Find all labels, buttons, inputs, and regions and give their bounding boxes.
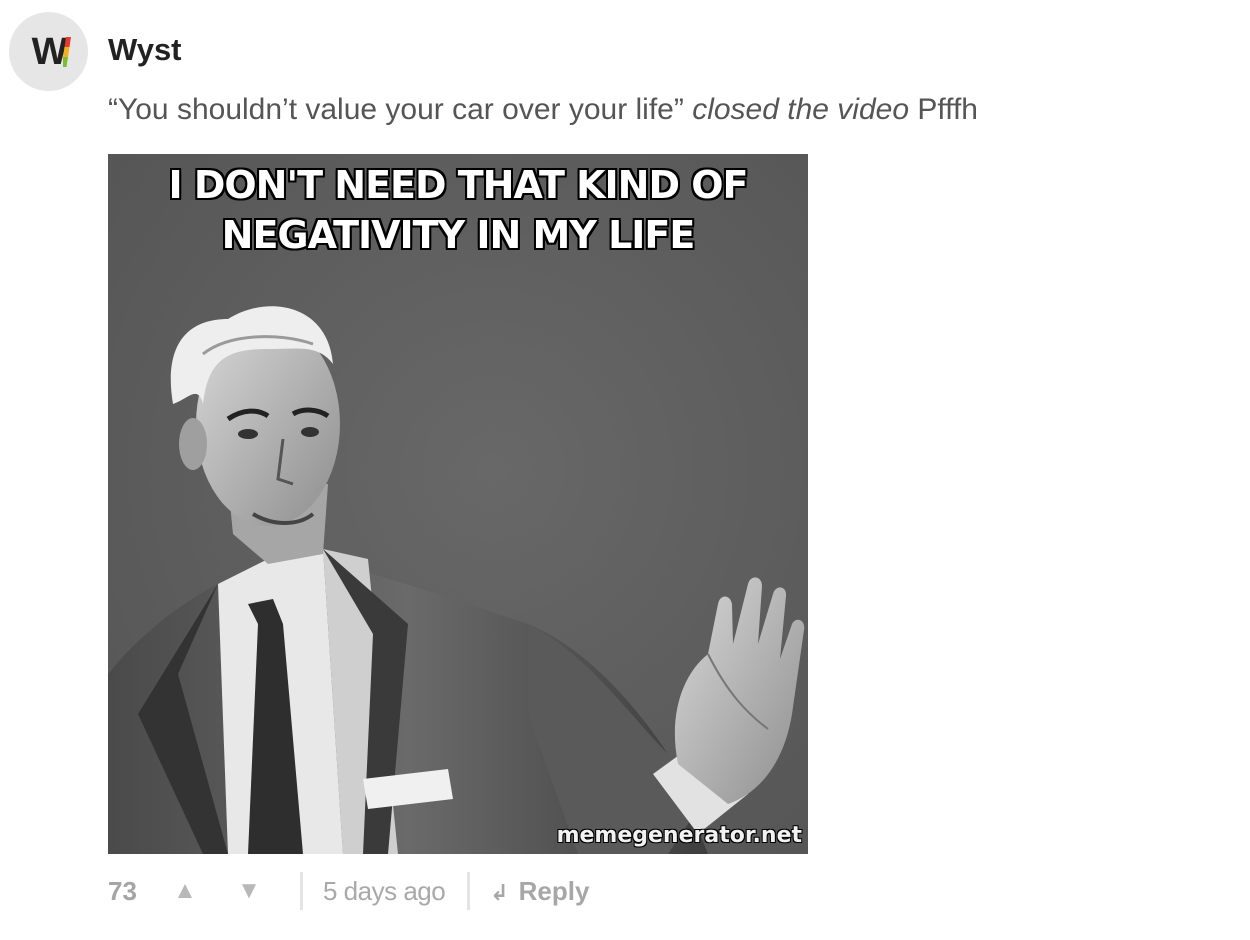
meme-image[interactable]: I DON'T NEED THAT KIND OF NEGATIVITY IN … [108,154,808,854]
meme-caption: I DON'T NEED THAT KIND OF NEGATIVITY IN … [168,160,748,260]
vote-score: 73 [108,875,137,906]
reply-button[interactable]: ↲ Reply [490,876,589,907]
comment-timestamp[interactable]: 5 days ago [323,876,446,907]
upvote-icon[interactable]: ▲ [162,877,208,905]
avatar[interactable]: W [9,12,88,91]
footer-divider [300,872,303,910]
downvote-icon[interactable]: ▼ [226,877,272,905]
meme-caption-line2: NEGATIVITY IN MY LIFE [221,213,696,257]
reply-label: Reply [518,875,590,906]
wyst-logo-icon: W [32,33,72,71]
reply-arrow-icon: ↲ [490,880,509,905]
comment-tail: Pfffh [917,93,978,126]
comment-body: “You shouldn’t value your car over your … [108,90,978,130]
meme-caption-line1: I DON'T NEED THAT KIND OF [168,163,748,207]
meme-watermark: memegenerator.net [556,823,802,848]
comment-quote: “You shouldn’t value your car over your … [108,93,684,126]
comment: W Wyst “You shouldn’t value your car ove… [0,0,1250,940]
author-name[interactable]: Wyst [108,30,182,70]
comment-action: closed the video [692,93,910,126]
comment-footer: 73 ▲ ▼ 5 days ago ↲ Reply [108,870,589,912]
footer-divider [467,872,471,910]
